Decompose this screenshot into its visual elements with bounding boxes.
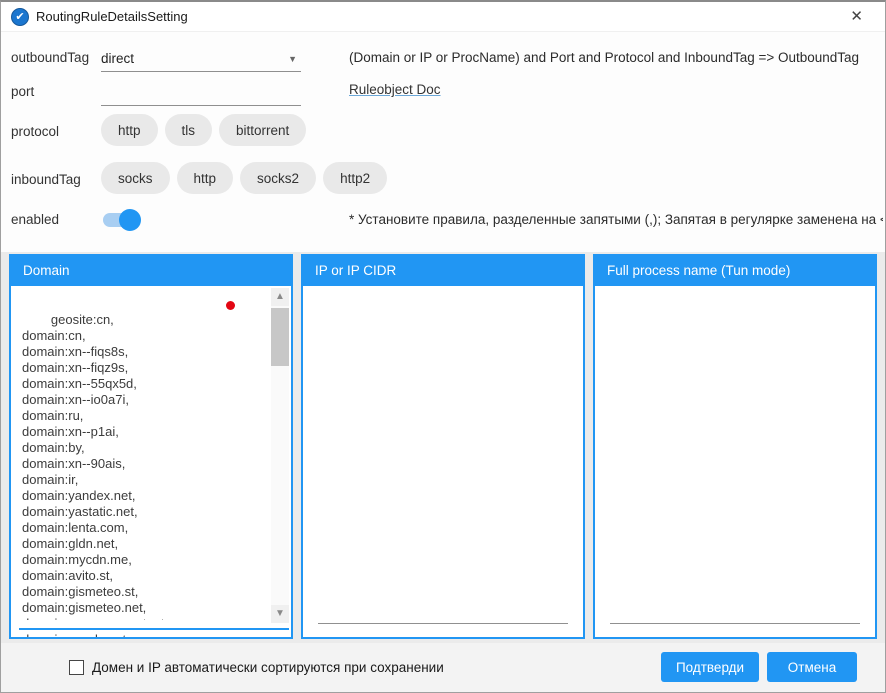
inbound-chip-socks2[interactable]: socks2 [240, 162, 316, 194]
scroll-up-icon[interactable]: ▲ [271, 288, 289, 306]
port-input[interactable] [101, 80, 301, 106]
ip-panel: IP or IP CIDR [301, 254, 585, 639]
process-panel: Full process name (Tun mode) [593, 254, 877, 639]
outbound-tag-select[interactable]: direct ▼ [101, 46, 301, 72]
domain-header: Domain [11, 256, 291, 286]
protocol-chip-tls[interactable]: tls [165, 114, 213, 146]
inbound-chip-socks[interactable]: socks [101, 162, 170, 194]
rule-format-hint: (Domain or IP or ProcName) and Port and … [349, 50, 859, 65]
protocol-chip-http[interactable]: http [101, 114, 158, 146]
cancel-button[interactable]: Отмена [767, 652, 857, 682]
outbound-tag-value: direct [101, 51, 134, 66]
sort-checkbox-label: Домен и IP автоматически сортируются при… [92, 660, 444, 675]
toggle-knob [119, 209, 141, 231]
port-label: port [11, 84, 34, 99]
scrollbar-thumb[interactable] [271, 308, 289, 366]
red-dot-indicator [226, 301, 235, 310]
domain-textarea[interactable]: geosite:cn, domain:cn, domain:xn--fiqs8s… [11, 286, 291, 637]
outbound-tag-label: outboundTag [11, 50, 89, 65]
confirm-button[interactable]: Подтверди [661, 652, 759, 682]
process-header: Full process name (Tun mode) [595, 256, 875, 286]
domain-list-text: geosite:cn, domain:cn, domain:xn--fiqs8s… [22, 312, 196, 637]
process-textarea[interactable] [595, 286, 875, 637]
ip-textarea[interactable] [303, 286, 583, 637]
protocol-chip-bittorrent[interactable]: bittorrent [219, 114, 306, 146]
footer-bar: Домен и IP автоматически сортируются при… [1, 643, 885, 692]
inbound-tag-label: inboundTag [11, 172, 81, 187]
domain-scrollbar[interactable]: ▲ ▼ [271, 288, 289, 623]
sort-checkbox-row: Домен и IP автоматически сортируются при… [69, 660, 444, 675]
protocol-chip-group: http tls bittorrent [101, 114, 306, 146]
rule-form: outboundTag direct ▼ (Domain or IP or Pr… [1, 32, 885, 252]
enabled-label: enabled [11, 212, 59, 227]
ip-header: IP or IP CIDR [303, 256, 583, 286]
close-icon[interactable]: ✕ [850, 8, 863, 26]
scroll-down-icon[interactable]: ▼ [271, 605, 289, 623]
sort-checkbox[interactable] [69, 660, 84, 675]
routing-rule-dialog: ✔ RoutingRuleDetailsSetting ✕ outboundTa… [0, 0, 886, 693]
title-bar: ✔ RoutingRuleDetailsSetting ✕ [1, 2, 885, 32]
process-input-underline [610, 623, 860, 624]
chevron-down-icon: ▼ [288, 54, 297, 64]
inbound-chip-group: socks http socks2 http2 [101, 162, 387, 194]
domain-panel: Domain geosite:cn, domain:cn, domain:xn-… [9, 254, 293, 639]
window-title: RoutingRuleDetailsSetting [36, 9, 188, 24]
domain-focus-underline [19, 620, 289, 630]
protocol-label: protocol [11, 124, 59, 139]
enabled-toggle[interactable] [103, 213, 137, 227]
comma-rules-note: * Установите правила, разделенные запяты… [349, 212, 883, 227]
inbound-chip-http[interactable]: http [177, 162, 234, 194]
app-logo-icon: ✔ [11, 8, 29, 26]
inbound-chip-http2[interactable]: http2 [323, 162, 387, 194]
ruleobject-doc-link[interactable]: Ruleobject Doc [349, 82, 441, 97]
rule-lists: Domain geosite:cn, domain:cn, domain:xn-… [1, 252, 885, 643]
ip-input-underline [318, 623, 568, 624]
